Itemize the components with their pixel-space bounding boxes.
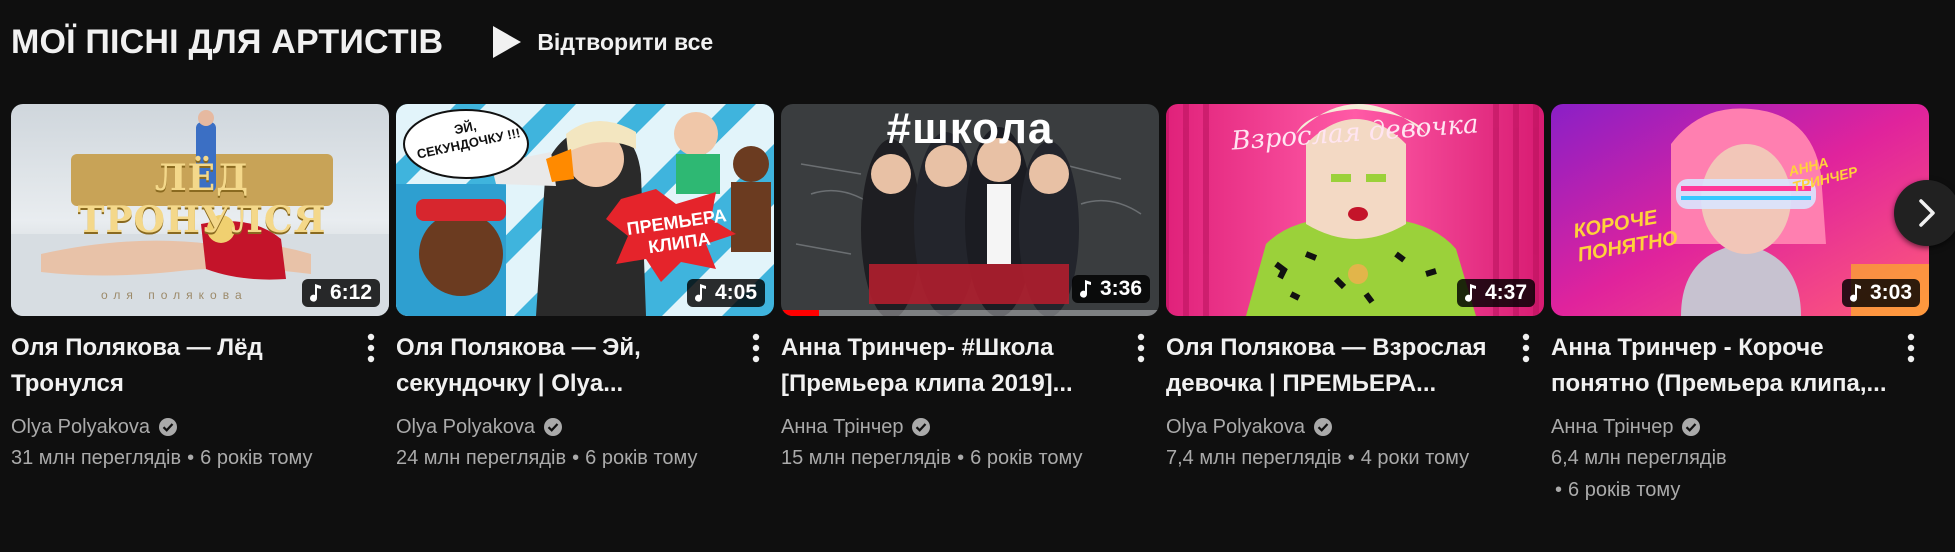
- video-title[interactable]: Оля Полякова — Взрослая девочка | ПРЕМЬЕ…: [1166, 330, 1504, 402]
- music-note-icon: [1079, 280, 1091, 298]
- separator-dot: •: [187, 447, 195, 469]
- music-note-icon: [694, 284, 706, 302]
- more-vertical-icon: [752, 333, 760, 363]
- channel-row: Olya Polyakova: [11, 412, 349, 442]
- duration-badge: 4:05: [686, 279, 765, 307]
- video-details: Оля Полякова — Лёд Тронулся Olya Polyako…: [11, 330, 389, 474]
- duration-text: 4:37: [1484, 281, 1527, 304]
- video-title[interactable]: Оля Полякова — Эй, секундочку | Olya...: [396, 330, 734, 402]
- more-actions-button[interactable]: [359, 330, 383, 366]
- channel-row: Анна Трінчер: [781, 412, 1119, 442]
- video-details: Анна Тринчер - Короче понятно (Премьера …: [1551, 330, 1929, 506]
- play-icon: [493, 26, 522, 58]
- more-vertical-icon: [1907, 333, 1915, 363]
- more-vertical-icon: [367, 333, 375, 363]
- publish-age: 6 років тому: [1568, 479, 1681, 501]
- more-actions-button[interactable]: [1514, 330, 1538, 366]
- music-note-icon: [309, 284, 321, 302]
- video-card: КОРОЧЕ ПОНЯТНО АННА ТРИНЧЕР 3:03 Анна Тр…: [1551, 104, 1929, 506]
- video-thumbnail[interactable]: #школа 3:36: [781, 104, 1159, 316]
- more-actions-button[interactable]: [1129, 330, 1153, 366]
- video-metadata: 31 млн переглядів • 6 років тому: [11, 442, 349, 474]
- more-actions-button[interactable]: [744, 330, 768, 366]
- verified-icon: [158, 418, 177, 436]
- publish-age-line: • 6 років тому: [1551, 474, 1889, 506]
- video-metadata: 15 млн переглядів • 6 років тому: [781, 442, 1119, 474]
- separator-dot: •: [1555, 479, 1563, 501]
- duration-text: 4:05: [714, 281, 757, 304]
- channel-row: Olya Polyakova: [1166, 412, 1504, 442]
- duration-badge: 3:36: [1071, 275, 1150, 303]
- play-all-button[interactable]: Відтворити все: [483, 18, 721, 66]
- publish-age: 4 роки тому: [1360, 447, 1470, 469]
- view-count: 24 млн переглядів: [396, 447, 567, 469]
- video-card: Взрослая девочка 4:37 Оля Полякова — Взр…: [1166, 104, 1544, 506]
- chevron-right-icon: [1919, 199, 1935, 227]
- video-card: ЛЁД ТРОНУЛСЯ оля полякова 6:12 Оля Поляк…: [11, 104, 389, 506]
- video-metadata: 6,4 млн переглядів • 6 років тому: [1551, 442, 1889, 506]
- duration-badge: 6:12: [301, 279, 380, 307]
- view-count: 7,4 млн переглядів: [1166, 447, 1342, 469]
- video-card: #школа 3:36 Анна Тринчер- #Школа [Премье…: [781, 104, 1159, 506]
- next-button[interactable]: [1894, 180, 1955, 246]
- separator-dot: •: [957, 447, 965, 469]
- separator-dot: •: [572, 447, 580, 469]
- duration-badge: 4:37: [1456, 279, 1535, 307]
- play-all-label: Відтворити все: [537, 28, 714, 55]
- publish-age: 6 років тому: [970, 447, 1083, 469]
- video-title[interactable]: Анна Тринчер - Короче понятно (Премьера …: [1551, 330, 1889, 402]
- more-actions-button[interactable]: [1899, 330, 1923, 366]
- duration-text: 6:12: [329, 281, 372, 304]
- thumbnail-title-text: #школа: [886, 104, 1054, 153]
- channel-row: Olya Polyakova: [396, 412, 734, 442]
- channel-row: Анна Трінчер: [1551, 412, 1889, 442]
- view-count: 6,4 млн переглядів: [1551, 447, 1727, 469]
- channel-name[interactable]: Olya Polyakova: [11, 412, 150, 442]
- video-details: Анна Тринчер- #Школа [Премьера клипа 201…: [781, 330, 1159, 474]
- channel-name[interactable]: Olya Polyakova: [1166, 412, 1305, 442]
- video-thumbnail[interactable]: ЛЁД ТРОНУЛСЯ оля полякова 6:12: [11, 104, 389, 316]
- video-card: ЭЙ, СЕКУНДОЧКУ !!! ПРЕМЬЕРА КЛИПА 4:05 О…: [396, 104, 774, 506]
- more-vertical-icon: [1137, 333, 1145, 363]
- thumbnail-title-text: ЛЁД ТРОНУЛСЯ: [77, 157, 327, 241]
- view-count: 15 млн переглядів: [781, 447, 952, 469]
- video-thumbnail[interactable]: ЭЙ, СЕКУНДОЧКУ !!! ПРЕМЬЕРА КЛИПА 4:05: [396, 104, 774, 316]
- verified-icon: [1682, 418, 1701, 436]
- video-metadata: 24 млн переглядів • 6 років тому: [396, 442, 734, 474]
- video-title[interactable]: Анна Тринчер- #Школа [Премьера клипа 201…: [781, 330, 1119, 402]
- shelf-header: МОЇ ПІСНІ ДЛЯ АРТИСТІВ Відтворити все: [11, 18, 721, 66]
- duration-text: 3:03: [1869, 281, 1912, 304]
- separator-dot: •: [1347, 447, 1355, 469]
- video-thumbnail[interactable]: Взрослая девочка 4:37: [1166, 104, 1544, 316]
- view-count: 31 млн переглядів: [11, 447, 182, 469]
- video-metadata: 7,4 млн переглядів • 4 роки тому: [1166, 442, 1504, 474]
- verified-icon: [1313, 418, 1332, 436]
- publish-age: 6 років тому: [585, 447, 698, 469]
- channel-name[interactable]: Olya Polyakova: [396, 412, 535, 442]
- shelf-title[interactable]: МОЇ ПІСНІ ДЛЯ АРТИСТІВ: [11, 23, 443, 62]
- video-title[interactable]: Оля Полякова — Лёд Тронулся: [11, 330, 349, 402]
- channel-name[interactable]: Анна Трінчер: [1551, 412, 1673, 442]
- music-note-icon: [1464, 284, 1476, 302]
- watch-progress-fill: [781, 310, 819, 316]
- music-note-icon: [1849, 284, 1861, 302]
- channel-name[interactable]: Анна Трінчер: [781, 412, 903, 442]
- verified-icon: [912, 418, 931, 436]
- duration-badge: 3:03: [1841, 279, 1920, 307]
- verified-icon: [543, 418, 562, 436]
- publish-age: 6 років тому: [200, 447, 313, 469]
- thumbnail-caption: оля полякова: [101, 288, 248, 302]
- watch-progress-bar: [781, 310, 1159, 316]
- more-vertical-icon: [1522, 333, 1530, 363]
- video-details: Оля Полякова — Эй, секундочку | Olya... …: [396, 330, 774, 474]
- shelf: МОЇ ПІСНІ ДЛЯ АРТИСТІВ Відтворити все ЛЁ…: [0, 0, 1955, 552]
- video-thumbnail[interactable]: КОРОЧЕ ПОНЯТНО АННА ТРИНЧЕР 3:03: [1551, 104, 1929, 316]
- video-grid: ЛЁД ТРОНУЛСЯ оля полякова 6:12 Оля Поляк…: [11, 104, 1929, 506]
- duration-text: 3:36: [1099, 277, 1142, 300]
- video-details: Оля Полякова — Взрослая девочка | ПРЕМЬЕ…: [1166, 330, 1544, 474]
